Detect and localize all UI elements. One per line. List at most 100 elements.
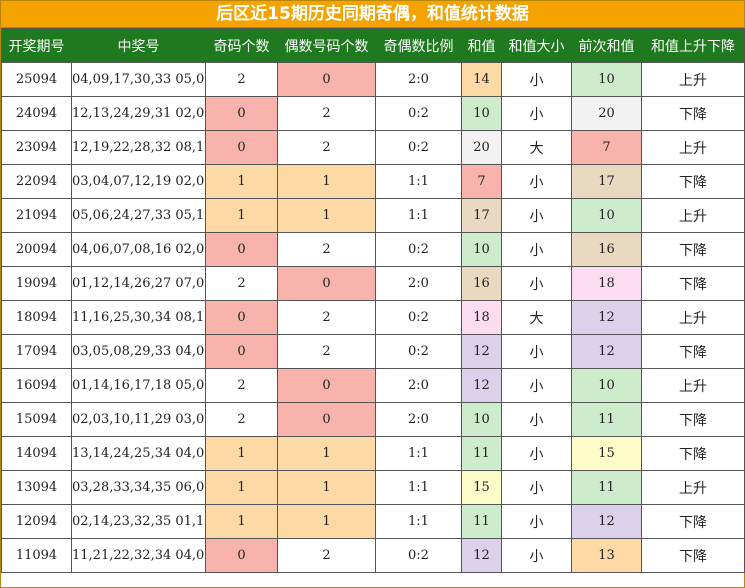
cell-issue: 16094: [1, 368, 72, 403]
cell-sum-size: 小: [501, 538, 572, 573]
table-row: 12094 02,14,23,32,35 01,10 1 1 1:1 11 小 12 下降: [1, 504, 745, 539]
cell-ratio: 1:1: [375, 164, 462, 199]
cell-even-count: 2: [277, 130, 376, 165]
cell-numbers: 02,14,23,32,35 01,10: [71, 504, 206, 539]
cell-ratio: 2:0: [375, 62, 462, 97]
cell-odd-count: 1: [205, 504, 278, 539]
col-header-ratio: 奇偶数比例: [375, 28, 462, 63]
cell-sum: 20: [461, 130, 502, 165]
table-row: 14094 13,14,24,25,34 04,07 1 1 1:1 11 小 15 下降: [1, 436, 745, 471]
cell-prev-sum: 10: [571, 368, 642, 403]
cell-issue: 11094: [1, 538, 72, 573]
cell-issue: 17094: [1, 334, 72, 369]
cell-sum-size: 小: [501, 334, 572, 369]
cell-sum-size: 小: [501, 96, 572, 131]
table-body: 25094 04,09,17,30,33 05,09 2 0 2:0 14 小 10 上升 240…: [1, 62, 745, 573]
cell-odd-count: 0: [205, 300, 278, 335]
cell-odd-count: 2: [205, 402, 278, 437]
cell-sum: 15: [461, 470, 502, 505]
cell-ratio: 2:0: [375, 266, 462, 301]
cell-even-count: 1: [277, 436, 376, 471]
cell-sum-size: 小: [501, 266, 572, 301]
cell-even-count: 1: [277, 470, 376, 505]
cell-trend: 下降: [641, 538, 745, 573]
col-header-prev-sum: 前次和值: [571, 28, 642, 63]
cell-prev-sum: 7: [571, 130, 642, 165]
cell-ratio: 1:1: [375, 470, 462, 505]
cell-issue: 18094: [1, 300, 72, 335]
cell-ratio: 1:1: [375, 198, 462, 233]
cell-sum: 17: [461, 198, 502, 233]
cell-ratio: 1:1: [375, 436, 462, 471]
cell-issue: 20094: [1, 232, 72, 267]
table-row: 13094 03,28,33,34,35 06,09 1 1 1:1 15 小 11 上升: [1, 470, 745, 505]
cell-numbers: 02,03,10,11,29 03,07: [71, 402, 206, 437]
table-title: 后区近15期历史同期奇偶，和值统计数据: [1, 1, 744, 28]
cell-sum: 10: [461, 96, 502, 131]
cell-sum-size: 大: [501, 130, 572, 165]
cell-issue: 22094: [1, 164, 72, 199]
cell-prev-sum: 11: [571, 470, 642, 505]
cell-odd-count: 0: [205, 96, 278, 131]
cell-prev-sum: 12: [571, 300, 642, 335]
table-row: 19094 01,12,14,26,27 07,09 2 0 2:0 16 小 18 下降: [1, 266, 745, 301]
cell-even-count: 1: [277, 198, 376, 233]
cell-sum-size: 小: [501, 232, 572, 267]
cell-trend: 上升: [641, 368, 745, 403]
cell-sum-size: 小: [501, 164, 572, 199]
cell-prev-sum: 10: [571, 62, 642, 97]
cell-numbers: 13,14,24,25,34 04,07: [71, 436, 206, 471]
cell-trend: 下降: [641, 266, 745, 301]
cell-issue: 12094: [1, 504, 72, 539]
cell-prev-sum: 20: [571, 96, 642, 131]
col-header-trend: 和值上升下降: [641, 28, 745, 63]
cell-even-count: 0: [277, 368, 376, 403]
cell-even-count: 2: [277, 538, 376, 573]
table-row: 24094 12,13,24,29,31 02,08 0 2 0:2 10 小 20 下降: [1, 96, 745, 131]
cell-trend: 上升: [641, 470, 745, 505]
stats-panel: 后区近15期历史同期奇偶，和值统计数据 开奖期号 中奖号 奇码个数 偶数号码个数…: [0, 0, 745, 588]
cell-odd-count: 0: [205, 334, 278, 369]
col-header-sum: 和值: [461, 28, 502, 63]
cell-sum-size: 小: [501, 470, 572, 505]
col-header-odd-count: 奇码个数: [205, 28, 278, 63]
cell-numbers: 03,28,33,34,35 06,09: [71, 470, 206, 505]
cell-issue: 21094: [1, 198, 72, 233]
cell-even-count: 2: [277, 334, 376, 369]
cell-prev-sum: 12: [571, 334, 642, 369]
cell-ratio: 0:2: [375, 232, 462, 267]
table-row: 23094 12,19,22,28,32 08,12 0 2 0:2 20 大 7 上升: [1, 130, 745, 165]
table-row: 15094 02,03,10,11,29 03,07 2 0 2:0 10 小 11 下降: [1, 402, 745, 437]
cell-prev-sum: 18: [571, 266, 642, 301]
cell-ratio: 2:0: [375, 402, 462, 437]
cell-prev-sum: 10: [571, 198, 642, 233]
cell-trend: 下降: [641, 504, 745, 539]
header-row: 开奖期号 中奖号 奇码个数 偶数号码个数 奇偶数比例 和值 和值大小 前次和值 …: [1, 28, 745, 63]
stats-table: 开奖期号 中奖号 奇码个数 偶数号码个数 奇偶数比例 和值 和值大小 前次和值 …: [1, 28, 745, 573]
table-row: 18094 11,16,25,30,34 08,10 0 2 0:2 18 大 12 上升: [1, 300, 745, 335]
cell-trend: 上升: [641, 300, 745, 335]
cell-numbers: 03,04,07,12,19 02,05: [71, 164, 206, 199]
cell-sum: 7: [461, 164, 502, 199]
cell-numbers: 12,19,22,28,32 08,12: [71, 130, 206, 165]
cell-issue: 23094: [1, 130, 72, 165]
cell-odd-count: 0: [205, 538, 278, 573]
cell-ratio: 0:2: [375, 96, 462, 131]
cell-trend: 下降: [641, 164, 745, 199]
cell-sum-size: 小: [501, 436, 572, 471]
cell-prev-sum: 16: [571, 232, 642, 267]
cell-sum: 16: [461, 266, 502, 301]
cell-numbers: 01,12,14,26,27 07,09: [71, 266, 206, 301]
cell-issue: 25094: [1, 62, 72, 97]
col-header-issue: 开奖期号: [1, 28, 72, 63]
cell-even-count: 1: [277, 164, 376, 199]
cell-sum: 12: [461, 368, 502, 403]
cell-ratio: 1:1: [375, 504, 462, 539]
cell-numbers: 05,06,24,27,33 05,12: [71, 198, 206, 233]
cell-even-count: 2: [277, 96, 376, 131]
cell-numbers: 01,14,16,17,18 05,07: [71, 368, 206, 403]
cell-even-count: 0: [277, 62, 376, 97]
cell-sum-size: 小: [501, 368, 572, 403]
cell-issue: 19094: [1, 266, 72, 301]
cell-ratio: 0:2: [375, 334, 462, 369]
